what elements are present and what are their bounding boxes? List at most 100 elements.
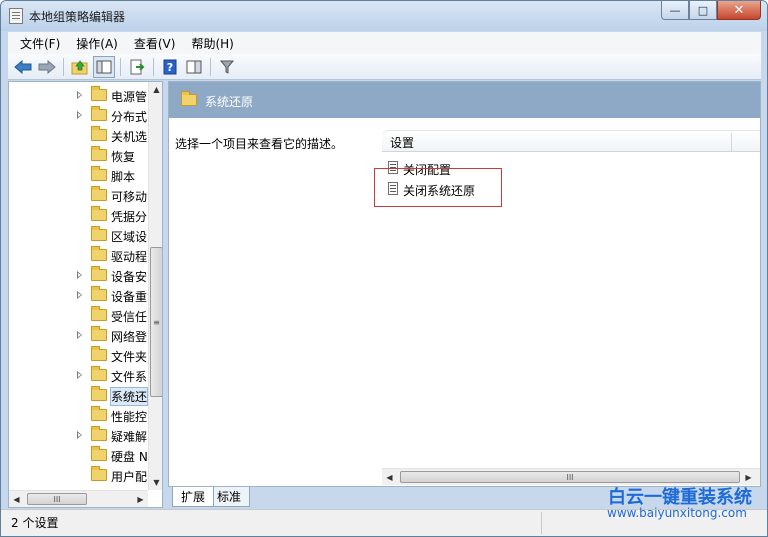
highlight-box — [374, 168, 502, 207]
tree-item-label: 受信任 — [111, 310, 148, 324]
status-divider — [541, 512, 542, 534]
expand-arrow-icon[interactable] — [77, 291, 82, 299]
menu-help[interactable]: 帮助(H) — [183, 35, 241, 52]
folder-icon — [91, 406, 107, 421]
menu-action[interactable]: 操作(A) — [68, 35, 126, 52]
folder-icon — [91, 206, 107, 221]
column-divider[interactable] — [731, 133, 732, 151]
tree-item-label: 分布式 — [111, 110, 148, 124]
tree-item-label: 疑难解 — [111, 430, 148, 444]
scroll-down-icon[interactable]: ▼ — [149, 475, 162, 490]
scroll-thumb[interactable]: ≡ — [150, 247, 162, 397]
folder-icon — [91, 106, 107, 121]
tree-item[interactable]: 可移动 — [9, 185, 147, 205]
show-hide-action-pane-icon[interactable] — [183, 56, 205, 78]
scroll-thumb[interactable]: III — [27, 493, 87, 505]
forward-icon[interactable] — [36, 56, 58, 78]
minimize-button[interactable]: — — [661, 1, 689, 20]
tree-item-label: 可移动 — [111, 190, 148, 204]
folder-icon — [91, 466, 107, 481]
tree-item-label: 文件系 — [111, 370, 148, 384]
scroll-up-icon[interactable]: ▲ — [149, 82, 162, 97]
tree-item[interactable]: 关机选 — [9, 125, 147, 145]
folder-icon — [91, 326, 107, 341]
tree-item[interactable]: 电源管 — [9, 85, 147, 105]
folder-icon — [91, 226, 107, 241]
menu-bar: 文件(F) 操作(A) 查看(V) 帮助(H) — [8, 32, 761, 54]
tree-item[interactable]: 区域设 — [9, 225, 147, 245]
details-title: 系统还原 — [205, 95, 254, 109]
title-bar[interactable]: 本地组策略编辑器 — □ ✕ — [1, 1, 767, 31]
tree-item[interactable]: 设备安 — [9, 265, 147, 285]
expand-arrow-icon[interactable] — [77, 111, 82, 119]
expand-arrow-icon[interactable] — [77, 331, 82, 339]
scroll-left-icon[interactable]: ◀ — [9, 491, 24, 507]
tree-item-label: 设备安 — [111, 270, 148, 284]
tree-item-label: 文件夹 — [111, 350, 148, 364]
tree-item-selected[interactable]: 系统还 — [9, 385, 149, 406]
folder-icon — [91, 186, 107, 201]
help-icon[interactable]: ? — [159, 56, 181, 78]
tree-item[interactable]: 驱动程 — [9, 245, 147, 265]
folder-icon — [91, 306, 107, 321]
tree-item-label: 用户配 — [111, 470, 148, 484]
tree-item-label: 电源管 — [111, 90, 148, 104]
tree-item[interactable]: 疑难解 — [9, 425, 147, 445]
scroll-thumb[interactable]: III — [400, 471, 740, 483]
tree-item-label: 设备重 — [111, 290, 148, 304]
up-folder-icon[interactable] — [69, 56, 91, 78]
tree-pane[interactable]: 电源管 分布式 关机选 恢复 脚本 可移动 凭据分 区域设 驱动程 设备安 设备… — [8, 81, 163, 508]
tab-standard[interactable]: 标准 — [208, 487, 251, 507]
tree-item[interactable]: 脚本 — [9, 165, 147, 185]
gpedit-window: 本地组策略编辑器 — □ ✕ 文件(F) 操作(A) 查看(V) 帮助(H) ?… — [0, 0, 768, 537]
folder-icon — [181, 91, 197, 106]
export-list-icon[interactable] — [126, 56, 148, 78]
folder-icon — [91, 166, 107, 181]
folder-icon — [91, 346, 107, 361]
folder-icon — [91, 446, 107, 461]
expand-arrow-icon[interactable] — [77, 371, 82, 379]
tree-item[interactable]: 网络登 — [9, 325, 147, 345]
folder-icon — [91, 386, 107, 401]
folder-icon — [91, 286, 107, 301]
tree-item-label: 脚本 — [111, 170, 136, 184]
tree-item[interactable]: 文件系 — [9, 365, 147, 385]
scroll-right-icon[interactable]: ▶ — [133, 491, 148, 507]
show-hide-tree-icon[interactable] — [93, 55, 115, 78]
details-pane: 系统还原 选择一个项目来查看它的描述。 设置 关闭配置 关闭系统还原 ◀ III… — [168, 81, 761, 487]
tree-vertical-scrollbar[interactable]: ▲ ≡ ▼ — [148, 82, 162, 490]
back-icon[interactable] — [12, 56, 34, 78]
tree-item[interactable]: 设备重 — [9, 285, 147, 305]
tree-item-label: 系统还 — [109, 387, 149, 406]
expand-arrow-icon[interactable] — [77, 91, 82, 99]
folder-icon — [91, 146, 107, 161]
svg-text:?: ? — [167, 61, 173, 74]
expand-arrow-icon[interactable] — [77, 431, 82, 439]
tree-item[interactable]: 受信任 — [9, 305, 147, 325]
tree-item-label: 区域设 — [111, 230, 148, 244]
menu-file[interactable]: 文件(F) — [12, 35, 68, 52]
tree-item[interactable]: 文件夹 — [9, 345, 147, 365]
expand-arrow-icon[interactable] — [77, 271, 82, 279]
toolbar: ? — [8, 54, 761, 80]
tree-item[interactable]: 用户配 — [9, 465, 147, 485]
close-button[interactable]: ✕ — [717, 1, 761, 20]
maximize-button[interactable]: □ — [689, 1, 717, 20]
filter-icon[interactable] — [216, 56, 238, 78]
tree-item[interactable]: 硬盘 N — [9, 445, 148, 465]
tree-item-label: 硬盘 N — [111, 450, 148, 464]
tab-extended[interactable]: 扩展 — [172, 487, 215, 507]
watermark-url: www.baiyunxitong.com — [607, 506, 747, 520]
tree-item[interactable]: 凭据分 — [9, 205, 147, 225]
toolbar-separator — [63, 57, 64, 76]
folder-icon — [91, 86, 107, 101]
tree-horizontal-scrollbar[interactable]: ◀ III ▶ — [9, 490, 148, 507]
column-header-setting[interactable]: 设置 — [382, 130, 760, 152]
scroll-left-icon[interactable]: ◀ — [382, 469, 397, 485]
toolbar-separator — [153, 57, 154, 76]
menu-view[interactable]: 查看(V) — [126, 35, 184, 52]
tree-item-label: 恢复 — [111, 150, 136, 164]
tree-item[interactable]: 恢复 — [9, 145, 147, 165]
tree-item[interactable]: 性能控 — [9, 405, 147, 425]
tree-item[interactable]: 分布式 — [9, 105, 147, 125]
